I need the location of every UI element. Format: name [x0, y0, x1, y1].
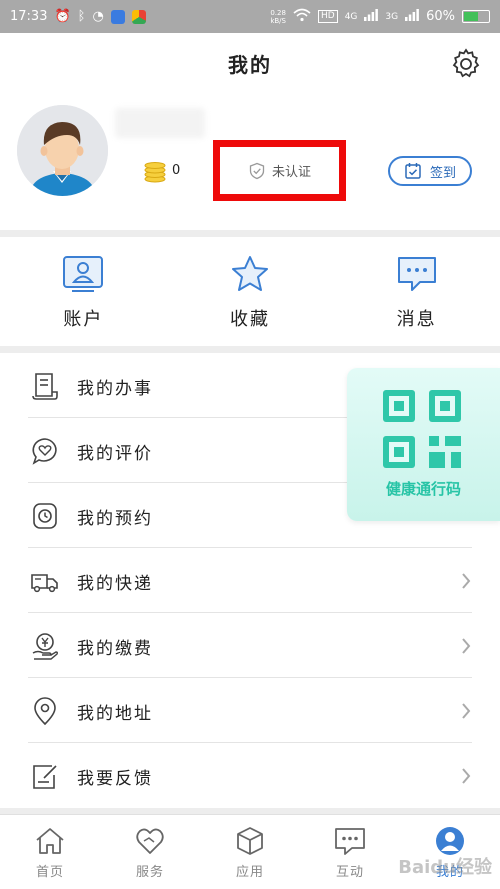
status-bar: 17:33 ⏰ ᛒ ◔ 0.28 kB/S HD 4G 3G 60% [0, 0, 500, 33]
tab-mine[interactable]: 我的 [400, 815, 500, 889]
menu-item-label: 我的评价 [77, 444, 153, 464]
quick-action-label: 账户 [63, 309, 104, 330]
chevron-right-icon [462, 638, 471, 654]
health-code-card[interactable]: 健康通行码 [347, 368, 500, 521]
avatar[interactable] [17, 105, 108, 196]
status-time: 17:33 [10, 9, 48, 24]
bottom-tab-bar: 首页 服务 应用 互动 我的 Baidu经验 [0, 814, 500, 889]
menu-item-my-express[interactable]: 我的快递 [0, 548, 500, 613]
tab-apps[interactable]: 应用 [200, 815, 300, 889]
quick-action-account[interactable]: 账户 [0, 237, 167, 346]
verify-status-label: 未认证 [271, 165, 311, 180]
truck-icon [31, 574, 58, 593]
tab-label: 我的 [435, 865, 464, 880]
signal-icon-2 [405, 8, 419, 25]
document-icon [32, 373, 58, 400]
qq-icon: ◔ [92, 9, 104, 24]
payment-icon [32, 633, 59, 660]
heart-chat-icon [32, 438, 57, 465]
person-icon [436, 827, 464, 855]
menu-item-label: 我的缴费 [77, 639, 153, 659]
menu-item-label: 我的办事 [77, 379, 153, 399]
menu-item-label: 我的快递 [77, 574, 153, 594]
tab-interaction[interactable]: 互动 [300, 815, 400, 889]
qr-code-icon [383, 390, 461, 468]
tab-label: 首页 [35, 865, 64, 880]
chevron-right-icon [462, 768, 471, 784]
calendar-check-icon [405, 163, 421, 179]
menu-item-label: 我的地址 [77, 704, 153, 724]
account-icon [63, 256, 104, 292]
coins-icon [144, 162, 166, 183]
chevron-right-icon [462, 703, 471, 719]
tab-label: 应用 [235, 865, 264, 880]
hd-badge: HD [317, 10, 338, 23]
signal-3g: 3G [385, 11, 399, 22]
coin-count: 0 [172, 163, 181, 178]
net-speed: 0.28 kB/S [270, 8, 286, 25]
menu-item-my-address[interactable]: 我的地址 [0, 678, 500, 743]
tab-label: 服务 [135, 865, 164, 880]
shield-check-icon [249, 162, 265, 179]
clock-icon [33, 503, 57, 529]
alarm-icon: ⏰ [54, 9, 71, 24]
quick-action-favorites[interactable]: 收藏 [167, 237, 334, 346]
quick-actions: 账户 收藏 消息 [0, 237, 500, 346]
health-code-label: 健康通行码 [385, 480, 461, 498]
message-icon [397, 257, 436, 291]
quick-action-label: 消息 [396, 309, 437, 330]
cube-icon [237, 827, 263, 855]
quick-action-messages[interactable]: 消息 [333, 237, 500, 346]
profile-section: 0 未认证 签到 [0, 93, 500, 230]
menu-item-my-payments[interactable]: 我的缴费 [0, 613, 500, 678]
settings-button[interactable] [450, 47, 482, 79]
bluetooth-icon: ᛒ [77, 9, 86, 24]
menu-item-label: 我要反馈 [77, 769, 153, 789]
verify-status-button[interactable]: 未认证 [213, 140, 346, 201]
home-icon [36, 828, 64, 854]
chevron-right-icon [462, 573, 471, 589]
page-header: 我的 [0, 33, 500, 93]
wifi-icon [293, 8, 311, 25]
feedback-icon [33, 765, 57, 789]
heart-hand-icon [136, 828, 164, 854]
chat-icon [335, 828, 365, 855]
signal-4g: 4G [344, 11, 358, 22]
username-blurred [115, 108, 205, 138]
signal-icon [364, 8, 379, 25]
signin-button[interactable]: 签到 [388, 156, 472, 186]
location-pin-icon [34, 697, 56, 726]
tab-label: 互动 [335, 865, 364, 880]
battery-icon [462, 10, 490, 23]
star-icon [232, 256, 268, 291]
quick-action-label: 收藏 [230, 309, 270, 330]
browser-app-icon [131, 9, 146, 24]
security-app-icon [110, 9, 125, 24]
battery-percent: 60% [426, 9, 455, 24]
signin-label: 签到 [429, 165, 456, 181]
menu-item-label: 我的预约 [77, 509, 153, 529]
menu-item-feedback[interactable]: 我要反馈 [0, 743, 500, 808]
tab-home[interactable]: 首页 [0, 815, 100, 889]
page-title: 我的 [228, 52, 272, 77]
gear-icon [452, 48, 480, 78]
tab-services[interactable]: 服务 [100, 815, 200, 889]
avatar-icon [17, 105, 108, 196]
